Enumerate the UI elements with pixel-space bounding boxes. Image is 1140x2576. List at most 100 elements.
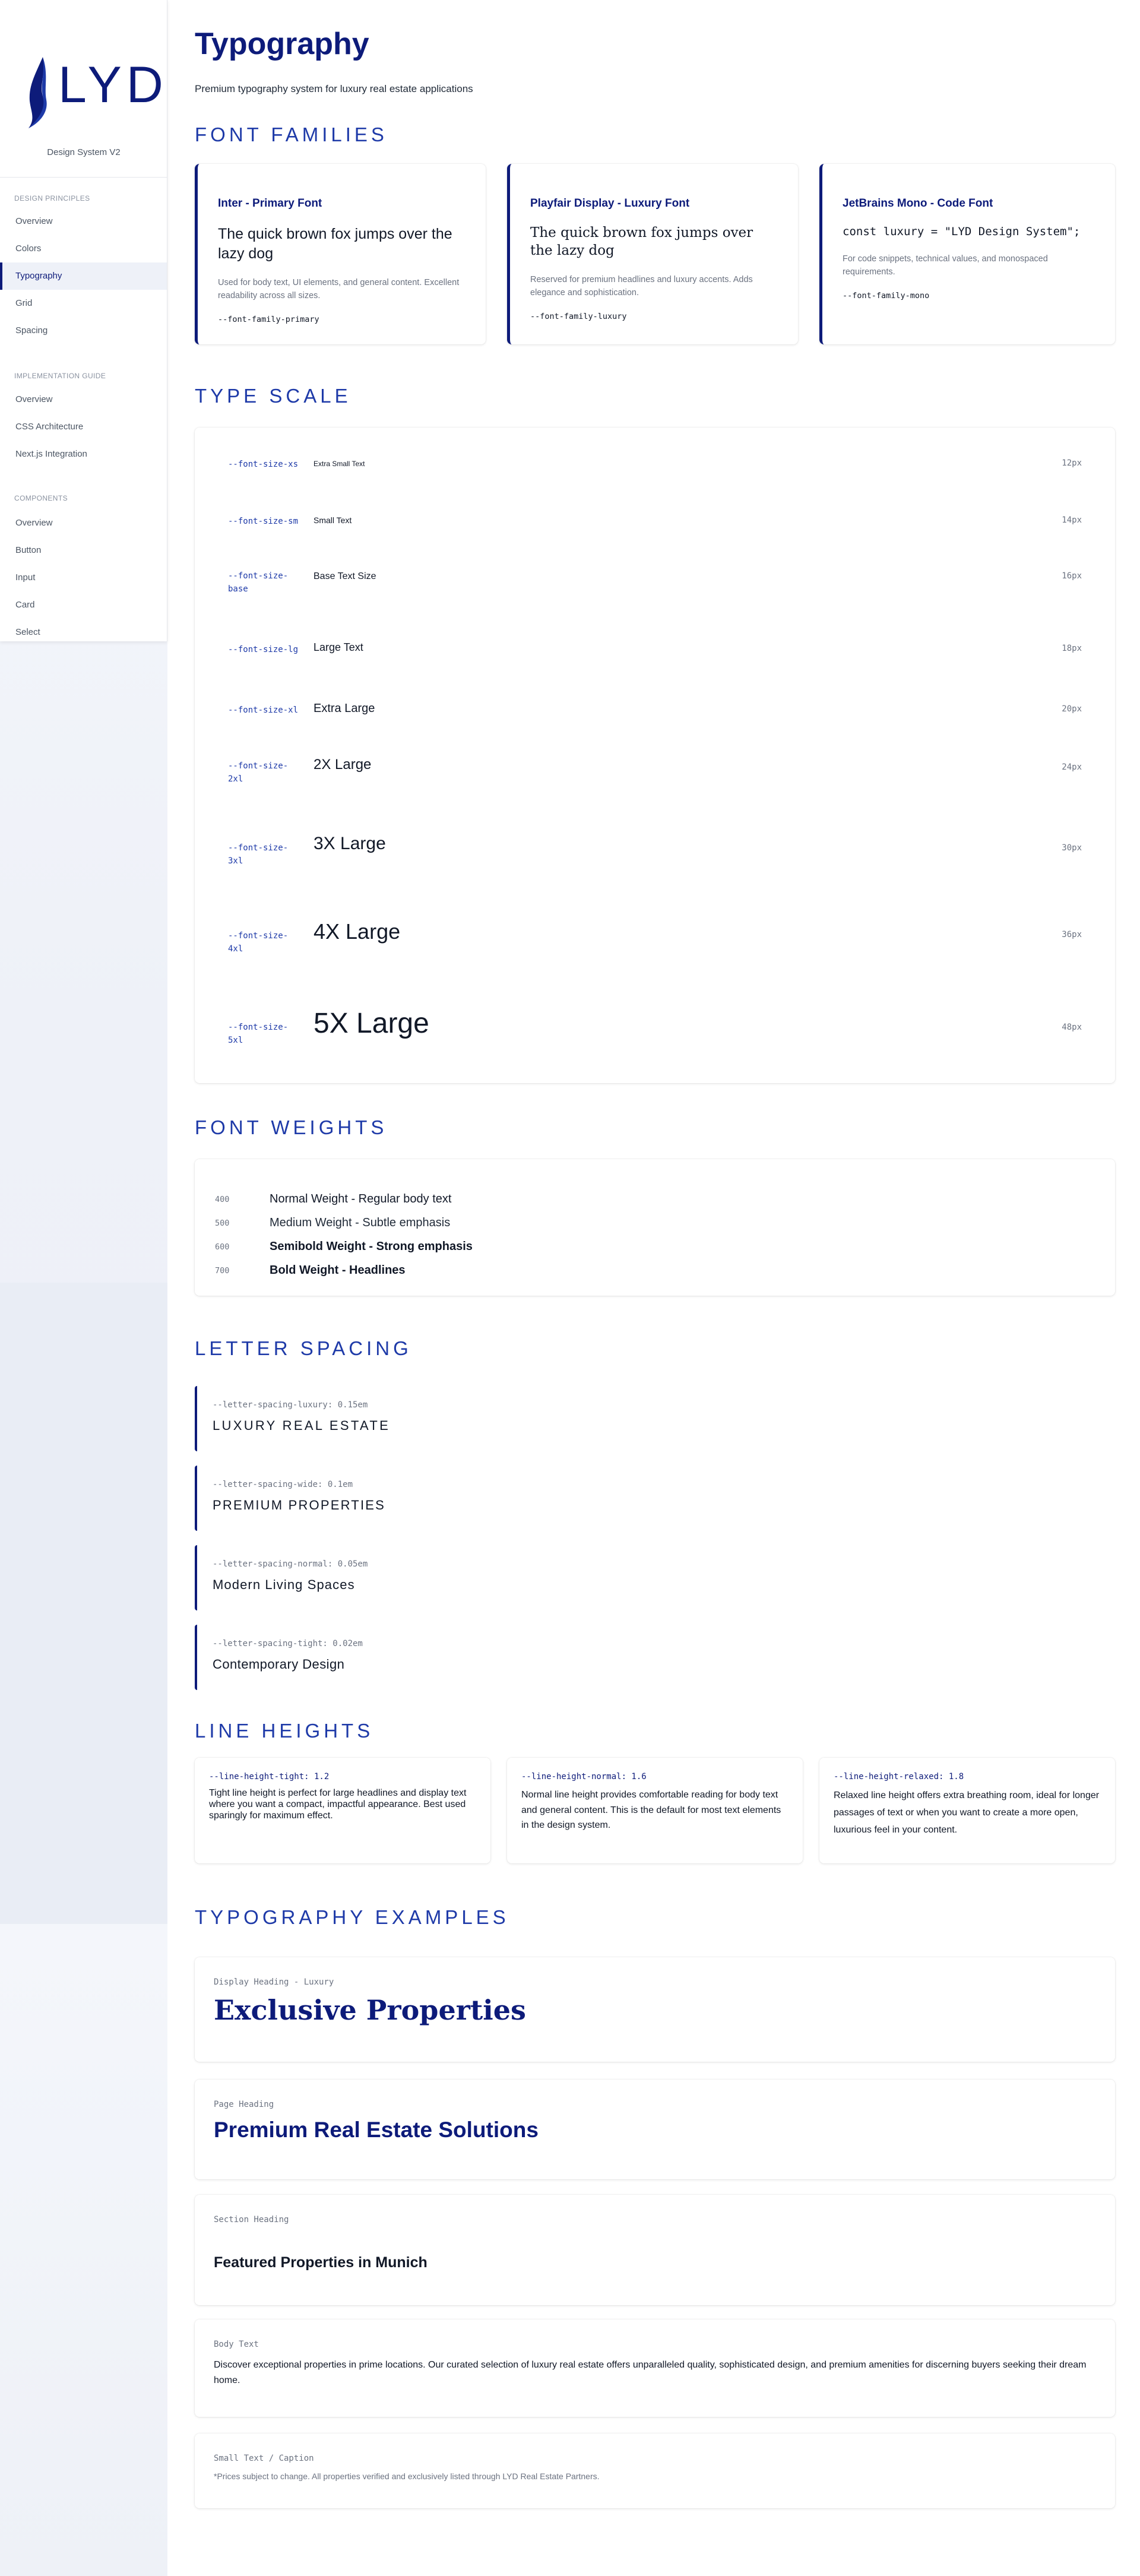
letter-spacing-row-wide: --letter-spacing-wide: 0.1em PREMIUM PRO… [195, 1466, 1115, 1531]
sidebar-item-input[interactable]: Input [0, 564, 167, 591]
design-system-version: Design System V2 [47, 147, 121, 157]
font-weight-value: 600 [215, 1242, 230, 1252]
font-family-sample: The quick brown fox jumps over the lazy … [530, 225, 753, 258]
type-scale-px: 14px [1062, 515, 1082, 525]
font-weight-sample: Medium Weight - Subtle emphasis [270, 1216, 451, 1229]
sidebar-item-colors[interactable]: Colors [0, 235, 167, 262]
logo-wordmark: LYD [58, 56, 167, 113]
section-heading-font-weights: Font Weights [195, 1116, 388, 1138]
example-label: Display Heading - Luxury [214, 1977, 334, 1987]
line-height-sample: Normal line height provides comfortable … [521, 1790, 781, 1831]
font-family-card-jetbrains: JetBrains Mono - Code Font const luxury … [819, 164, 1115, 344]
type-scale-sample: 3X Large [314, 834, 386, 853]
font-family-sample: const luxury = "LYD Design System"; [843, 225, 1081, 238]
letter-spacing-row-luxury: --letter-spacing-luxury: 0.15em LUXURY R… [195, 1386, 1115, 1451]
font-weight-value: 500 [215, 1219, 230, 1228]
example-body-text: Body Text Discover exceptional propertie… [195, 2319, 1115, 2417]
letter-spacing-variable: --letter-spacing-tight: 0.02em [213, 1639, 363, 1648]
font-family-description: For code snippets, technical values, and… [843, 254, 1048, 277]
font-weight-value: 400 [215, 1195, 230, 1204]
example-small-text: Small Text / Caption *Prices subject to … [195, 2433, 1115, 2508]
letter-spacing-sample: Contemporary Design [213, 1657, 345, 1672]
section-heading-type-scale: Type Scale [195, 385, 352, 407]
sidebar-item-overview[interactable]: Overview [0, 208, 167, 235]
example-page-heading-text: Premium Real Estate Solutions [214, 2118, 539, 2142]
font-family-title: Inter - Primary Font [218, 197, 322, 210]
type-scale-sample: 5X Large [314, 1008, 429, 1039]
font-family-description: Used for body text, UI elements, and gen… [218, 278, 460, 301]
flame-logo-icon [28, 57, 47, 128]
section-heading-line-heights: Line Heights [195, 1720, 374, 1742]
sidebar-item-select[interactable]: Select [0, 619, 167, 641]
line-height-sample: Relaxed line height offers extra breathi… [834, 1790, 1100, 1835]
letter-spacing-sample: Modern Living Spaces [213, 1577, 355, 1592]
type-scale-px: 16px [1062, 571, 1082, 581]
type-scale-variable: --font-size-lg [228, 645, 299, 654]
type-scale-variable: --font-size- 5xl [228, 1023, 289, 1045]
type-scale-px: 48px [1062, 1023, 1082, 1032]
line-height-variable: --line-height-normal: 1.6 [521, 1772, 647, 1781]
letter-spacing-sample: LUXURY REAL ESTATE [213, 1418, 391, 1433]
sidebar: LYD Design System V2 Design Principles O… [0, 0, 167, 641]
section-heading-typography-examples: Typography Examples [195, 1906, 509, 1928]
type-scale-px: 18px [1062, 644, 1082, 653]
example-display-text: Exclusive Properties [214, 1994, 526, 2026]
font-family-card-playfair: Playfair Display - Luxury Font The quick… [507, 164, 798, 344]
letter-spacing-sample: PREMIUM PROPERTIES [213, 1498, 386, 1512]
type-scale-variable: --font-size-sm [228, 517, 299, 526]
sidebar-item-grid[interactable]: Grid [0, 290, 167, 317]
line-height-variable: --line-height-tight: 1.2 [209, 1772, 330, 1781]
line-height-card-tight: --line-height-tight: 1.2 Tight line heig… [195, 1758, 490, 1863]
sidebar-item-css-architecture[interactable]: CSS Architecture [0, 413, 167, 441]
letter-spacing-variable: --letter-spacing-normal: 0.05em [213, 1559, 368, 1569]
nav-section-design-principles: Design Principles [14, 194, 90, 202]
type-scale-variable: --font-size-xl [228, 705, 299, 715]
type-scale-sample: 4X Large [314, 919, 401, 944]
sidebar-item-nextjs-integration[interactable]: Next.js Integration [0, 441, 167, 468]
type-scale-sample: Extra Small Text [314, 460, 365, 468]
sidebar-item-spacing[interactable]: Spacing [0, 317, 167, 344]
type-scale-sample: Extra Large [314, 702, 375, 715]
sidebar-item-card[interactable]: Card [0, 591, 167, 619]
font-weight-sample: Normal Weight - Regular body text [270, 1192, 452, 1205]
letter-spacing-variable: --letter-spacing-wide: 0.1em [213, 1480, 353, 1489]
line-height-card-normal: --line-height-normal: 1.6 Normal line he… [507, 1758, 803, 1863]
type-scale-variable: --font-size- 4xl [228, 931, 289, 954]
sidebar-item-impl-overview[interactable]: Overview [0, 386, 167, 413]
section-heading-letter-spacing: Letter Spacing [195, 1337, 412, 1359]
type-scale-sample: 2X Large [314, 757, 372, 773]
type-scale-variable: --font-size- 2xl [228, 761, 289, 784]
lyd-logo[interactable]: LYD [23, 53, 163, 131]
example-page-heading: Page Heading Premium Real Estate Solutio… [195, 2080, 1115, 2179]
sidebar-item-button[interactable]: Button [0, 537, 167, 564]
page-subtitle: Premium typography system for luxury rea… [195, 83, 473, 94]
example-section-heading: Section Heading Featured Properties in M… [195, 2195, 1115, 2305]
font-weights-card: 400 Normal Weight - Regular body text 50… [195, 1159, 1115, 1296]
example-label: Section Heading [214, 2215, 289, 2224]
example-display-heading: Display Heading - Luxury Exclusive Prope… [195, 1957, 1115, 2062]
section-heading-font-families: Font Families [195, 124, 388, 145]
type-scale-px: 24px [1062, 762, 1082, 772]
type-scale-variable: --font-size-xs [228, 460, 299, 469]
font-family-variable: --font-family-luxury [530, 311, 627, 321]
sidebar-item-components-overview[interactable]: Overview [0, 509, 167, 537]
font-weight-value: 700 [215, 1266, 230, 1276]
page-title: Typography [195, 27, 369, 61]
type-scale-variable: --font-size-base [228, 571, 289, 594]
example-label: Small Text / Caption [214, 2454, 314, 2463]
type-scale-card: --font-size-xs Extra Small Text 12px --f… [195, 428, 1115, 1083]
type-scale-variable: --font-size- 3xl [228, 843, 289, 866]
type-scale-px: 30px [1062, 843, 1082, 853]
font-weight-sample: Semibold Weight - Strong emphasis [270, 1240, 473, 1253]
line-height-variable: --line-height-relaxed: 1.8 [834, 1772, 964, 1781]
line-height-sample: Tight line height is perfect for large h… [209, 1788, 467, 1821]
font-family-description: Reserved for premium headlines and luxur… [530, 274, 753, 298]
font-family-variable: --font-family-mono [843, 290, 930, 300]
sidebar-item-typography[interactable]: Typography [0, 262, 167, 290]
sidebar-background-band [0, 1283, 167, 1924]
type-scale-sample: Base Text Size [314, 571, 376, 581]
font-family-card-inter: Inter - Primary Font The quick brown fox… [195, 164, 486, 344]
example-caption-text: *Prices subject to change. All propertie… [214, 2471, 600, 2481]
sidebar-background-lower [0, 1924, 167, 2576]
divider [0, 177, 167, 178]
